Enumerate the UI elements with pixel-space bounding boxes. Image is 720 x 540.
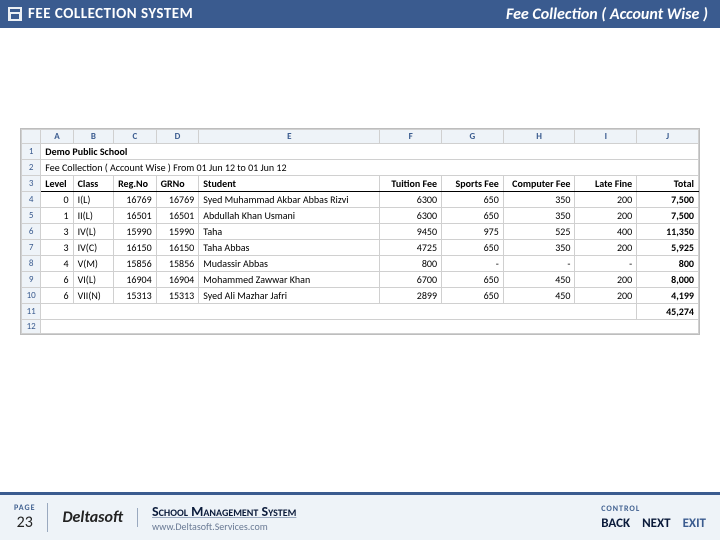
table-row: 7 3 IV(C) 16150 16150 Taha Abbas 4725 65… (22, 240, 699, 256)
app-title: FEE COLLECTION SYSTEM (28, 5, 193, 23)
brand-name: Deltasoft (62, 508, 123, 527)
blank-row: 12 (22, 320, 699, 334)
table-row: 9 6 VI(L) 16904 16904 Mohammed Zawwar Kh… (22, 272, 699, 288)
brand-block: Deltasoft (48, 508, 138, 527)
next-button[interactable]: NEXT (642, 516, 671, 531)
page-title: Fee Collection ( Account Wise ) (506, 5, 708, 24)
table-row: 10 6 VII(N) 15313 15313 Syed Ali Mazhar … (22, 288, 699, 304)
content-area: A B C D E F G H I J 1 Demo Public School… (0, 28, 720, 335)
grand-total: 45,274 (637, 304, 699, 320)
report-school-row: 1 Demo Public School (22, 144, 699, 160)
school-name: Demo Public School (41, 144, 699, 160)
table-row: 6 3 IV(L) 15990 15990 Taha 9450 975 525 … (22, 224, 699, 240)
table-row: 8 4 V(M) 15856 15856 Mudassir Abbas 800 … (22, 256, 699, 272)
system-url: www.Deltasoft.Services.com (152, 520, 601, 533)
control-block: CONTROL BACK NEXT EXIT (601, 504, 706, 531)
control-label: CONTROL (601, 504, 706, 514)
corner-cell (22, 130, 41, 144)
spreadsheet: A B C D E F G H I J 1 Demo Public School… (20, 128, 700, 335)
header-left: FEE COLLECTION SYSTEM (8, 5, 193, 23)
header-bar: FEE COLLECTION SYSTEM Fee Collection ( A… (0, 0, 720, 28)
page-number: 23 (14, 513, 35, 532)
sheet-column-letters: A B C D E F G H I J (22, 130, 699, 144)
table-row: 5 1 II(L) 16501 16501 Abdullah Khan Usma… (22, 208, 699, 224)
data-header-row: 3 Level Class Reg.No GRNo Student Tuitio… (22, 176, 699, 192)
report-subtitle-row: 2 Fee Collection ( Account Wise ) From 0… (22, 160, 699, 176)
system-title: School Management System (152, 503, 601, 520)
page-label: PAGE (14, 503, 35, 513)
table-row: 4 0 I(L) 16769 16769 Syed Muhammad Akbar… (22, 192, 699, 208)
exit-button[interactable]: EXIT (683, 516, 706, 531)
back-button[interactable]: BACK (601, 516, 630, 531)
report-subtitle: Fee Collection ( Account Wise ) From 01 … (41, 160, 699, 176)
system-block: School Management System www.Deltasoft.S… (138, 503, 601, 533)
save-disk-icon (8, 7, 22, 21)
grand-total-row: 11 45,274 (22, 304, 699, 320)
page-indicator: PAGE 23 (14, 503, 48, 532)
footer-bar: PAGE 23 Deltasoft School Management Syst… (0, 492, 720, 540)
